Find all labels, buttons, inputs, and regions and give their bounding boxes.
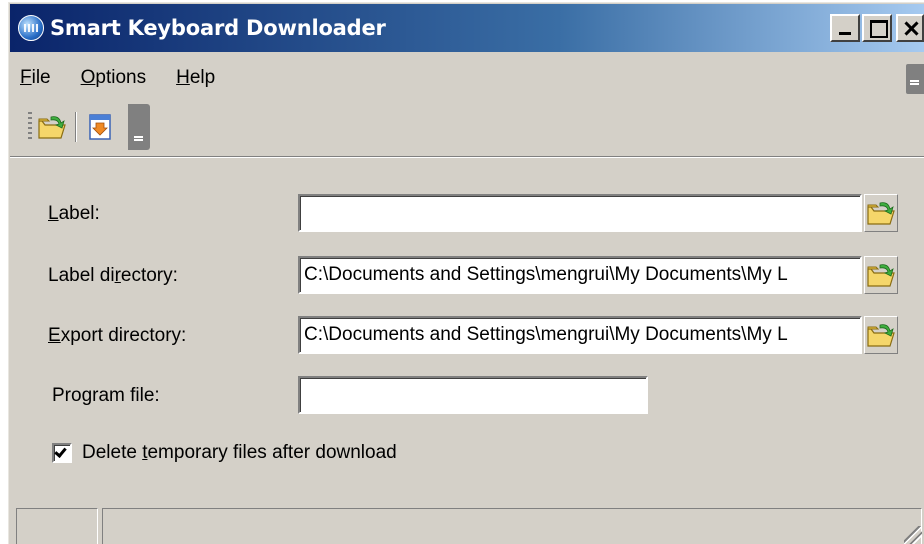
title-bar[interactable]: Smart Keyboard Downloader (10, 4, 924, 52)
menu-options-mnemonic: O (80, 67, 96, 88)
toolbar-divider (10, 156, 924, 158)
menu-bar: File Options Help (10, 60, 924, 96)
menu-file[interactable]: File (10, 67, 51, 89)
export-directory-suffix: xport directory: (60, 325, 187, 346)
keyboard-app-icon (18, 15, 44, 41)
menu-file-mnemonic: F (20, 67, 32, 88)
export-directory-label: Export directory: (48, 325, 186, 347)
export-directory-browse-button[interactable] (864, 316, 898, 354)
menu-help[interactable]: Help (166, 67, 215, 89)
label-browse-button[interactable] (864, 194, 898, 232)
menu-file-label: ile (31, 67, 51, 88)
minimize-button[interactable] (830, 14, 860, 42)
status-pane-2 (102, 508, 922, 544)
menu-options[interactable]: Options (71, 67, 146, 89)
status-pane-1 (16, 508, 98, 544)
program-file-label: Program file: (52, 385, 160, 406)
resize-grip-icon[interactable] (904, 526, 922, 544)
toolbar (22, 102, 170, 152)
open-folder-icon (38, 116, 66, 139)
status-bar (10, 502, 924, 544)
window-title: Smart Keyboard Downloader (50, 16, 386, 40)
main-window: Smart Keyboard Downloader File Options H… (6, 0, 924, 544)
label-field-text: abel: (58, 203, 100, 224)
maximize-button[interactable] (862, 14, 892, 42)
open-folder-icon (867, 202, 895, 225)
download-button[interactable] (80, 107, 120, 147)
open-button[interactable] (32, 107, 72, 147)
window-controls (830, 14, 924, 42)
delete-temp-option[interactable]: Delete temporary files after download (52, 442, 397, 464)
toolbar-separator (75, 112, 77, 142)
export-directory-mnemonic: E (48, 325, 61, 346)
label-field-label: Label: (48, 203, 100, 225)
program-file-input[interactable] (298, 376, 648, 414)
label-directory-prefix: Label di (48, 265, 115, 286)
label-directory-input[interactable]: C:\Documents and Settings\mengrui\My Doc… (298, 256, 862, 294)
label-input[interactable] (298, 194, 862, 232)
download-icon (89, 114, 111, 140)
menu-overflow-chevron-icon[interactable] (906, 64, 924, 94)
close-button[interactable] (896, 14, 924, 42)
open-folder-icon (867, 264, 895, 287)
menu-help-mnemonic: H (176, 67, 190, 88)
delete-temp-label[interactable]: Delete temporary files after download (82, 442, 397, 464)
export-directory-input[interactable]: C:\Documents and Settings\mengrui\My Doc… (298, 316, 862, 354)
label-directory-browse-button[interactable] (864, 256, 898, 294)
toolbar-overflow-chevron-icon[interactable] (128, 104, 150, 150)
delete-temp-checkbox[interactable] (52, 443, 72, 463)
label-directory-suffix: ectory: (120, 265, 178, 286)
menu-help-label: elp (189, 67, 216, 88)
label-field-mnemonic: L (48, 203, 59, 224)
open-folder-icon (867, 324, 895, 347)
delete-temp-suffix: emporary files after download (147, 442, 397, 463)
menu-options-label: ptions (95, 67, 147, 88)
label-directory-label: Label directory: (48, 265, 178, 287)
checkmark-icon (54, 445, 67, 458)
delete-temp-prefix: Delete (82, 442, 143, 463)
